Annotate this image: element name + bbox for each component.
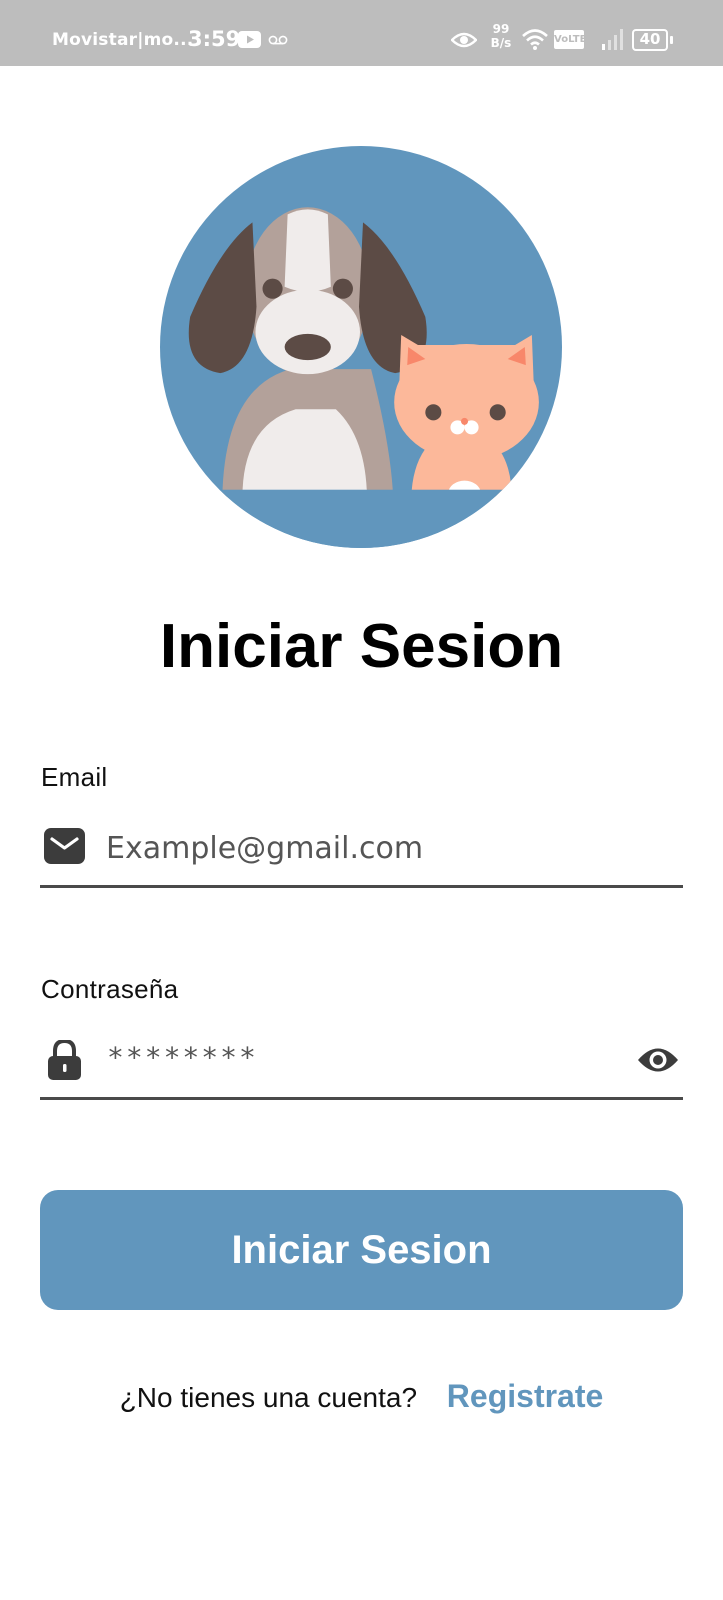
password-label: Contraseña	[41, 974, 179, 1004]
no-account-text: ¿No tienes una cuenta?	[119, 1382, 418, 1413]
password-input[interactable]: ********	[107, 1041, 258, 1074]
status-time: 3:59	[188, 27, 241, 51]
email-input[interactable]	[106, 823, 606, 873]
signal-icon	[602, 29, 623, 50]
lock-icon	[48, 1040, 81, 1080]
register-prompt: ¿No tienes una cuenta? Registrate	[0, 1378, 723, 1415]
carrier-name: Movistar|mo...	[52, 30, 194, 50]
email-field[interactable]	[40, 818, 683, 888]
eye-comfort-icon	[451, 32, 477, 48]
envelope-icon	[44, 828, 85, 864]
login-button[interactable]: Iniciar Sesion	[40, 1190, 683, 1310]
wifi-icon	[522, 29, 548, 50]
status-bar: Movistar|mo... 3:59 99 B/s VoLTE 40	[0, 0, 723, 66]
voicemail-icon	[268, 35, 288, 45]
cat-icon	[394, 334, 539, 505]
pets-illustration	[160, 146, 562, 548]
eye-icon[interactable]	[637, 1043, 679, 1077]
email-label: Email	[41, 762, 108, 792]
network-speed: 99 B/s	[488, 22, 514, 50]
network-speed-value: 99	[492, 22, 510, 36]
password-field[interactable]: ********	[40, 1030, 683, 1100]
page-title: Iniciar Sesion	[159, 612, 564, 681]
battery-icon: 40	[632, 29, 673, 51]
youtube-icon	[238, 31, 261, 48]
volte-badge: VoLTE	[554, 30, 586, 49]
network-speed-unit: B/s	[490, 36, 512, 50]
register-link[interactable]: Registrate	[447, 1378, 604, 1414]
